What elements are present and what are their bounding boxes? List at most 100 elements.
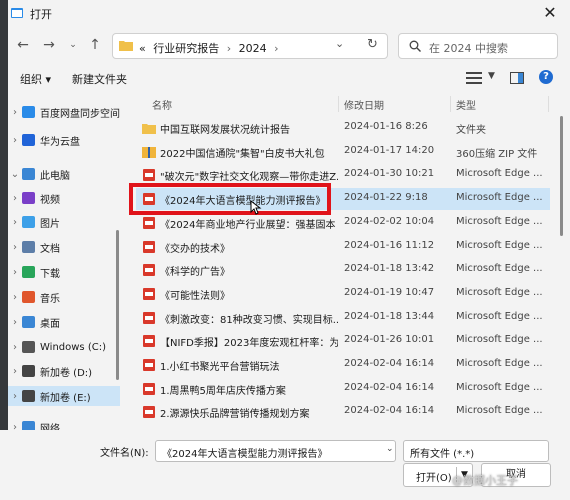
column-header-type[interactable]: 类型 bbox=[456, 97, 476, 112]
file-date: 2024-01-19 10:47 bbox=[344, 286, 435, 298]
breadcrumb-item[interactable]: 2024 bbox=[239, 42, 267, 55]
expand-chevron-icon[interactable]: › bbox=[8, 342, 22, 353]
expand-chevron-icon[interactable]: › bbox=[8, 292, 22, 303]
breadcrumb-item[interactable]: 行业研究报告 bbox=[153, 42, 219, 55]
sidebar-item-label: 图片 bbox=[40, 218, 60, 230]
file-row[interactable]: 《交办的技术》 2024-01-16 11:12 Microsoft Edge ..… bbox=[136, 236, 550, 258]
file-date: 2024-01-18 13:44 bbox=[344, 310, 435, 322]
open-button-label: 打开(O) bbox=[416, 473, 452, 484]
filename-dropdown-icon[interactable]: ⌄ bbox=[386, 444, 394, 454]
sidebar-item[interactable]: › 音乐 bbox=[8, 287, 120, 307]
breadcrumb-overflow[interactable]: « bbox=[139, 42, 146, 55]
file-row[interactable]: 《2024年商业地产行业展望：强基固本 ... 2024-02-02 10:04 M… bbox=[136, 212, 550, 234]
file-list-scrollbar[interactable] bbox=[560, 116, 564, 416]
sidebar-item[interactable]: › 图片 bbox=[8, 212, 120, 232]
pdf-icon bbox=[143, 311, 155, 324]
up-button[interactable]: ↑ bbox=[84, 34, 106, 56]
expand-chevron-icon[interactable]: › bbox=[8, 267, 22, 278]
file-row[interactable]: 《科学的广告》 2024-01-18 13:42 Microsoft Edge ..… bbox=[136, 259, 550, 281]
file-type: Microsoft Edge ... bbox=[456, 381, 543, 393]
file-type: Microsoft Edge ... bbox=[456, 405, 543, 417]
file-date: 2024-02-04 16:14 bbox=[344, 405, 435, 417]
file-row[interactable]: 1.周黑鸭5周年店庆传播方案 2024-02-04 16:14 Microsoft … bbox=[136, 378, 550, 400]
sidebar-item-label: 百度网盘同步空间 bbox=[40, 108, 120, 120]
sidebar-item[interactable]: › 华为云盘 bbox=[8, 130, 120, 150]
file-row[interactable]: 中国互联网发展状况统计报告 2024-01-16 8:26 文件夹 bbox=[136, 117, 550, 139]
file-row[interactable]: 2022中国信通院"集智"白皮书大礼包 2024-01-17 14:20 360压缩… bbox=[136, 141, 550, 163]
expand-chevron-icon[interactable]: ⌄ bbox=[8, 169, 22, 180]
music-folder-icon bbox=[22, 291, 35, 303]
column-header-name[interactable]: 名称 bbox=[152, 97, 172, 112]
pdf-icon bbox=[143, 264, 155, 277]
file-row[interactable]: 【NIFD季报】2023年度宏观杠杆率：为... 2024-01-26 10:01… bbox=[136, 330, 550, 352]
baidu-cloud-icon bbox=[22, 106, 35, 118]
filename-field[interactable]: 《2024年大语言模型能力测评报告》 bbox=[155, 440, 396, 462]
file-type: Microsoft Edge ... bbox=[456, 239, 543, 251]
scrollbar-thumb[interactable] bbox=[560, 116, 563, 236]
file-type: Microsoft Edge ... bbox=[456, 286, 543, 298]
view-options-icon[interactable] bbox=[466, 72, 482, 84]
file-name: 2022中国信通院"集智"白皮书大礼包 bbox=[160, 148, 325, 160]
open-file-dialog: 打开 ✕ ← → ⌄ ↑ « 行业研究报告 › 2024 › ⌄ ↻ 在 202 bbox=[0, 0, 570, 500]
file-name: 《科学的广告》 bbox=[160, 267, 230, 279]
expand-chevron-icon[interactable]: › bbox=[8, 193, 22, 204]
search-box[interactable]: 在 2024 中搜索 bbox=[398, 33, 558, 59]
file-type-select[interactable]: 所有文件 (*.*) ⌄ bbox=[403, 440, 549, 462]
sidebar-item[interactable]: › 百度网盘同步空间 bbox=[8, 102, 120, 122]
zip-icon bbox=[142, 146, 156, 158]
pdf-icon bbox=[143, 335, 155, 348]
refresh-icon[interactable]: ↻ bbox=[367, 37, 378, 52]
file-name: 《可能性法则》 bbox=[160, 290, 230, 302]
file-date: 2024-02-04 16:14 bbox=[344, 358, 435, 369]
drive-icon bbox=[22, 390, 35, 402]
sidebar-item[interactable]: › 桌面 bbox=[8, 312, 120, 332]
column-divider[interactable] bbox=[338, 96, 339, 112]
file-row[interactable]: 《刺激改变：81种改变习惯、实现目标... 2024-01-18 13:44 Mic… bbox=[136, 307, 550, 329]
file-row[interactable]: 1.小红书聚光平台营销玩法 2024-02-04 16:14 Microsoft E… bbox=[136, 354, 550, 376]
sidebar-item[interactable]: ⌄ 此电脑 bbox=[8, 164, 120, 184]
file-name: 【NIFD季报】2023年度宏观杠杆率：为... bbox=[160, 338, 338, 350]
expand-chevron-icon[interactable]: › bbox=[8, 217, 22, 228]
pdf-icon bbox=[143, 287, 155, 300]
file-row[interactable]: 2.源源快乐品牌营销传播规划方案 2024-02-04 16:14 Microsof… bbox=[136, 401, 550, 423]
address-history-icon[interactable]: ⌄ bbox=[335, 37, 344, 50]
expand-chevron-icon[interactable]: › bbox=[8, 242, 22, 253]
expand-chevron-icon[interactable]: › bbox=[8, 135, 22, 146]
view-dropdown-icon[interactable]: ▼ bbox=[488, 71, 495, 81]
expand-chevron-icon[interactable]: › bbox=[8, 391, 22, 402]
video-folder-icon bbox=[22, 192, 35, 204]
file-row[interactable]: 《可能性法则》 2024-01-19 10:47 Microsoft Edge ..… bbox=[136, 283, 550, 305]
breadcrumb[interactable]: « 行业研究报告 › 2024 › bbox=[139, 40, 279, 56]
organize-button[interactable]: 组织 ▾ bbox=[20, 71, 51, 87]
file-type: Microsoft Edge ... bbox=[456, 168, 543, 180]
sidebar-scrollbar[interactable] bbox=[116, 230, 119, 380]
recent-dropdown-button[interactable]: ⌄ bbox=[62, 34, 84, 56]
arrow-left-icon: ← bbox=[17, 37, 29, 53]
computer-icon bbox=[22, 168, 35, 180]
column-header-date[interactable]: 修改日期 bbox=[344, 97, 384, 112]
pdf-icon bbox=[143, 216, 155, 229]
forward-button[interactable]: → bbox=[38, 34, 60, 56]
back-button[interactable]: ← bbox=[12, 34, 34, 56]
address-bar[interactable]: « 行业研究报告 › 2024 › ⌄ ↻ bbox=[112, 33, 388, 59]
expand-chevron-icon[interactable]: › bbox=[8, 366, 22, 377]
documents-folder-icon bbox=[22, 241, 35, 253]
column-divider[interactable] bbox=[548, 96, 549, 112]
sidebar-item[interactable]: › 下载 bbox=[8, 262, 120, 282]
dialog-footer: 文件名(N): 《2024年大语言模型能力测评报告》 ⌄ 所有文件 (*.*) … bbox=[0, 430, 570, 500]
sidebar-item[interactable]: › 新加卷 (D:) bbox=[8, 361, 120, 381]
file-type: Microsoft Edge ... bbox=[456, 310, 543, 322]
expand-chevron-icon[interactable]: › bbox=[8, 317, 22, 328]
preview-pane-icon[interactable] bbox=[510, 72, 524, 84]
sidebar-item[interactable]: › Windows (C:) bbox=[8, 337, 120, 357]
filename-value: 《2024年大语言模型能力测评报告》 bbox=[162, 449, 328, 460]
sidebar-item[interactable]: › 视频 bbox=[8, 188, 120, 208]
sidebar-item[interactable]: › 新加卷 (E:) bbox=[8, 386, 120, 406]
sidebar-item[interactable]: › 文档 bbox=[8, 237, 120, 257]
help-icon[interactable]: ? bbox=[539, 70, 553, 84]
close-button[interactable]: ✕ bbox=[538, 2, 562, 24]
expand-chevron-icon[interactable]: › bbox=[8, 107, 22, 118]
new-folder-button[interactable]: 新建文件夹 bbox=[72, 71, 127, 87]
column-divider[interactable] bbox=[450, 96, 451, 112]
sidebar-item-label: 华为云盘 bbox=[40, 136, 80, 148]
